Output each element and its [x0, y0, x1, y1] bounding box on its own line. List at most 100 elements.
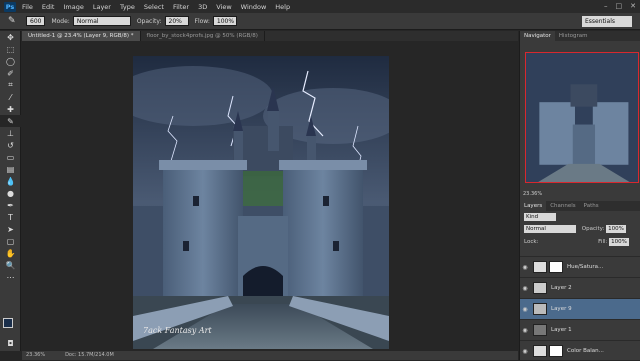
adjustment-icon	[533, 261, 547, 273]
menu-bar: Ps File Edit Image Layer Type Select Fil…	[0, 0, 640, 13]
layer-row-layer-9[interactable]: ◉ Layer 9	[520, 298, 640, 319]
tab-paths[interactable]: Paths	[580, 201, 603, 211]
tab-channels[interactable]: Channels	[546, 201, 579, 211]
status-bar: 23.36% Doc: 15.7M/214.0M	[22, 351, 518, 360]
layer-name: Layer 1	[551, 327, 572, 333]
menu-file[interactable]: File	[22, 3, 33, 11]
canvas-area[interactable]: 7ack Fantasy Art	[22, 41, 518, 351]
fill-label: Fill:	[598, 239, 608, 245]
zoom-readout[interactable]: 23.36%	[26, 351, 45, 360]
menu-help[interactable]: Help	[275, 3, 290, 11]
toolbox: ✥ ⬚ ◯ ✐ ⌗ ⁄ ✚ ✎ ⊥ ↺ ▭ ▤ 💧 ● ✒ T ➤ ▢ ✋ 🔍 …	[0, 31, 21, 351]
lock-row: Lock: Fill: 100%	[524, 238, 629, 246]
layer-name: Color Balan...	[567, 348, 604, 354]
navigator-zoom[interactable]: 23.36%	[523, 191, 542, 197]
layer-mask-thumb[interactable]	[549, 261, 563, 273]
castle-artwork	[133, 56, 389, 349]
menu-filter[interactable]: Filter	[173, 3, 189, 11]
hand-tool-icon[interactable]: ✋	[0, 247, 21, 259]
menu-3d[interactable]: 3D	[198, 3, 207, 11]
document-canvas[interactable]: 7ack Fantasy Art	[133, 56, 389, 349]
gradient-tool-icon[interactable]: ▤	[0, 163, 21, 175]
kind-filter[interactable]: Kind	[524, 213, 556, 221]
minimize-icon[interactable]: –	[604, 2, 608, 10]
brush-tool-icon[interactable]: ✎	[8, 16, 20, 26]
quick-mask-icon[interactable]: ◘	[0, 337, 21, 349]
more-tools-icon[interactable]: ⋯	[0, 271, 21, 283]
shape-tool-icon[interactable]: ▢	[0, 235, 21, 247]
menu-type[interactable]: Type	[120, 3, 135, 11]
dodge-tool-icon[interactable]: ●	[0, 187, 21, 199]
navigator-tabs: Navigator Histogram	[520, 31, 640, 41]
type-tool-icon[interactable]: T	[0, 211, 21, 223]
layers-tabs: Layers Channels Paths	[520, 201, 640, 211]
menu-window[interactable]: Window	[241, 3, 267, 11]
flow-input[interactable]: 100%	[212, 16, 237, 26]
document-tabs: Untitled-1 @ 23.4% (Layer 9, RGB/8) * fl…	[22, 31, 518, 41]
layer-row-color-balance[interactable]: ◉ Color Balan...	[520, 340, 640, 361]
layer-name: Layer 9	[551, 306, 572, 312]
adjustment-icon	[533, 345, 547, 357]
photoshop-logo: Ps	[4, 1, 16, 12]
eraser-tool-icon[interactable]: ▭	[0, 151, 21, 163]
history-brush-tool-icon[interactable]: ↺	[0, 139, 21, 151]
tab-untitled[interactable]: Untitled-1 @ 23.4% (Layer 9, RGB/8) *	[22, 31, 141, 41]
tab-navigator[interactable]: Navigator	[520, 31, 555, 41]
blend-row: Normal Opacity: 100%	[524, 225, 626, 233]
layer-name: Layer 2	[551, 285, 572, 291]
path-select-tool-icon[interactable]: ➤	[0, 223, 21, 235]
blur-tool-icon[interactable]: 💧	[0, 175, 21, 187]
layer-row-layer-1[interactable]: ◉ Layer 1	[520, 319, 640, 340]
clone-stamp-tool-icon[interactable]: ⊥	[0, 127, 21, 139]
menu-view[interactable]: View	[216, 3, 231, 11]
navigator-preview[interactable]	[525, 52, 639, 183]
mode-select[interactable]: Normal	[72, 16, 131, 26]
eye-icon[interactable]: ◉	[520, 327, 530, 334]
layer-row-hue-saturation[interactable]: ◉ Hue/Satura...	[520, 256, 640, 277]
eye-icon[interactable]: ◉	[520, 264, 530, 271]
move-tool-icon[interactable]: ✥	[0, 31, 21, 43]
brush-size[interactable]: 600	[26, 16, 46, 26]
eye-icon[interactable]: ◉	[520, 306, 530, 313]
menu-image[interactable]: Image	[63, 3, 83, 11]
layer-mask-thumb[interactable]	[549, 345, 563, 357]
crop-tool-icon[interactable]: ⌗	[0, 79, 21, 91]
marquee-tool-icon[interactable]: ⬚	[0, 43, 21, 55]
menu-edit[interactable]: Edit	[42, 3, 55, 11]
quick-select-tool-icon[interactable]: ✐	[0, 67, 21, 79]
eye-icon[interactable]: ◉	[520, 285, 530, 292]
blend-mode-select[interactable]: Normal	[524, 225, 576, 233]
foreground-color-swatch[interactable]	[3, 318, 13, 328]
tab-histogram[interactable]: Histogram	[555, 31, 592, 41]
layer-thumb	[533, 282, 547, 294]
doc-size: Doc: 15.7M/214.0M	[65, 352, 114, 358]
options-bar: ✎ 600 Mode: Normal Opacity: 20% Flow: 10…	[0, 13, 640, 30]
mode-label: Mode:	[51, 17, 70, 25]
layer-name: Hue/Satura...	[567, 264, 604, 270]
healing-tool-icon[interactable]: ✚	[0, 103, 21, 115]
opacity-input[interactable]: 20%	[164, 16, 189, 26]
pen-tool-icon[interactable]: ✒	[0, 199, 21, 211]
watermark-text: 7ack Fantasy Art	[143, 326, 212, 335]
zoom-tool-icon[interactable]: 🔍	[0, 259, 21, 271]
tab-layers[interactable]: Layers	[520, 201, 547, 211]
menu-layer[interactable]: Layer	[93, 3, 111, 11]
workspace-select[interactable]: Essentials	[582, 16, 632, 27]
flow-label: Flow:	[194, 17, 210, 25]
lock-label: Lock:	[524, 239, 539, 245]
navigator-thumbnail	[526, 53, 638, 182]
fill-input[interactable]: 100%	[609, 238, 629, 246]
right-panels: Navigator Histogram 23.36% Layers Channe…	[519, 31, 640, 360]
lasso-tool-icon[interactable]: ◯	[0, 55, 21, 67]
layer-opacity-input[interactable]: 100%	[606, 225, 626, 233]
menu-select[interactable]: Select	[144, 3, 164, 11]
layer-row-layer-2[interactable]: ◉ Layer 2	[520, 277, 640, 298]
brush-tool-icon[interactable]: ✎	[0, 115, 21, 127]
tab-floor[interactable]: floor_by_stock4profs.jpg @ 50% (RGB/8)	[141, 31, 265, 41]
close-icon[interactable]: ✕	[630, 2, 636, 10]
opacity-label: Opacity:	[136, 17, 162, 25]
maximize-icon[interactable]: □	[616, 2, 623, 10]
eye-icon[interactable]: ◉	[520, 348, 530, 355]
eyedropper-tool-icon[interactable]: ⁄	[0, 91, 21, 103]
kind-select[interactable]: Kind	[524, 213, 556, 221]
